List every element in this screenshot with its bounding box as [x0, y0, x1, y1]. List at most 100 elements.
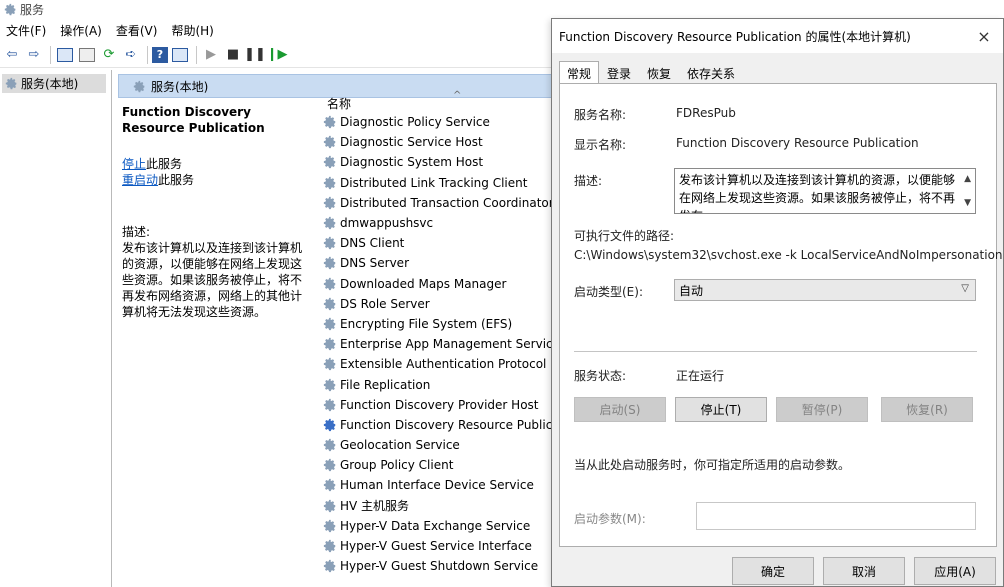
- tab-general[interactable]: 常规: [559, 61, 600, 84]
- service-gear-icon: [323, 256, 337, 270]
- table-row[interactable]: DS Role Server: [323, 294, 555, 314]
- service-name: Extensible Authentication Protocol: [340, 357, 547, 372]
- service-name: Hyper-V Data Exchange Service: [340, 518, 531, 533]
- apply-button[interactable]: 应用(A): [914, 557, 996, 585]
- column-header-name[interactable]: 名称 ^: [323, 90, 555, 112]
- service-name: Function Discovery Provider Host: [340, 397, 539, 412]
- table-row[interactable]: Hyper-V Guest Service Interface: [323, 536, 555, 556]
- service-name: File Replication: [340, 377, 431, 392]
- table-row[interactable]: Downloaded Maps Manager: [323, 274, 555, 294]
- back-arrow-icon[interactable]: ⇦: [2, 45, 22, 65]
- menu-file[interactable]: 文件(F): [6, 22, 46, 39]
- pause-button[interactable]: 暂停(P): [776, 397, 868, 422]
- table-row[interactable]: Function Discovery Resource Publicati: [323, 415, 555, 435]
- service-gear-icon: [323, 277, 337, 291]
- table-row[interactable]: HV 主机服务: [323, 496, 555, 516]
- chevron-down-icon: ▽: [961, 283, 969, 294]
- toolbar-separator: [50, 45, 51, 64]
- table-row[interactable]: dmwappushsvc: [323, 213, 555, 233]
- service-name: Human Interface Device Service: [340, 478, 534, 493]
- table-row[interactable]: Distributed Transaction Coordinator: [323, 193, 555, 213]
- table-row[interactable]: Group Policy Client: [323, 455, 555, 475]
- stop-service-icon[interactable]: ■: [223, 45, 243, 65]
- executable-path-label: 可执行文件的路径:: [574, 229, 675, 243]
- services-panel: 服务(本地) Function Discovery Resource Publi…: [115, 70, 555, 587]
- tab-recovery[interactable]: 恢复: [639, 61, 679, 83]
- search-gear-icon: [133, 80, 146, 93]
- table-row[interactable]: Function Discovery Provider Host: [323, 395, 555, 415]
- table-row[interactable]: Diagnostic Service Host: [323, 132, 555, 152]
- table-row[interactable]: Hyper-V Guest Shutdown Service: [323, 556, 555, 576]
- close-icon[interactable]: ×: [975, 27, 993, 46]
- export-list-icon[interactable]: ➪: [121, 45, 141, 65]
- forward-arrow-icon[interactable]: ⇨: [24, 45, 44, 65]
- resume-button[interactable]: 恢复(R): [881, 397, 973, 422]
- table-row[interactable]: Geolocation Service: [323, 435, 555, 455]
- service-name: Hyper-V Guest Shutdown Service: [340, 559, 539, 574]
- ok-button[interactable]: 确定: [732, 557, 814, 585]
- menu-help[interactable]: 帮助(H): [171, 22, 213, 39]
- service-gear-icon: [323, 519, 337, 533]
- startup-type-value: 自动: [679, 283, 704, 298]
- sort-ascending-icon: ^: [453, 90, 462, 101]
- service-gear-icon: [323, 499, 337, 513]
- show-console-tree-icon[interactable]: [55, 45, 75, 65]
- menu-view[interactable]: 查看(V): [116, 22, 158, 39]
- service-gear-icon: [323, 196, 337, 210]
- startup-type-select[interactable]: 自动 ▽: [674, 279, 976, 301]
- table-row[interactable]: DNS Client: [323, 233, 555, 253]
- tab-logon[interactable]: 登录: [599, 61, 639, 83]
- dialog-title: Function Discovery Resource Publication …: [559, 29, 911, 44]
- display-name-label: 显示名称:: [574, 138, 627, 152]
- table-row[interactable]: Diagnostic Policy Service: [323, 112, 555, 132]
- table-row[interactable]: DNS Server: [323, 253, 555, 273]
- service-gear-icon: [323, 478, 337, 492]
- table-row[interactable]: Diagnostic System Host: [323, 152, 555, 172]
- pause-service-icon[interactable]: ❚❚: [244, 45, 266, 65]
- service-name: Diagnostic Service Host: [340, 135, 483, 150]
- service-name-value: FDResPub: [676, 106, 736, 120]
- table-row[interactable]: Hyper-V Data Exchange Service: [323, 516, 555, 536]
- table-row[interactable]: Enterprise App Management Service: [323, 334, 555, 354]
- properties-sheet-icon[interactable]: [77, 45, 97, 65]
- service-name: dmwappushsvc: [340, 216, 434, 231]
- divider: [574, 351, 977, 352]
- toolbar-separator: [196, 45, 197, 64]
- service-gear-icon: [323, 297, 337, 311]
- restart-service-link[interactable]: 重启动: [122, 173, 158, 187]
- stop-button[interactable]: 停止(T): [675, 397, 767, 422]
- services-gear-icon: [5, 77, 18, 90]
- table-row[interactable]: File Replication: [323, 374, 555, 394]
- startup-type-label: 启动类型(E):: [574, 285, 643, 299]
- table-row[interactable]: Extensible Authentication Protocol: [323, 354, 555, 374]
- service-status-label: 服务状态:: [574, 369, 627, 383]
- stop-service-suffix: 此服务: [146, 157, 183, 171]
- scroll-up-icon[interactable]: ▲: [964, 170, 971, 188]
- service-detail-name: Function Discovery Resource Publication: [122, 105, 265, 135]
- services-gear-icon: [4, 3, 17, 16]
- service-gear-icon: [323, 155, 337, 169]
- dialog-titlebar: Function Discovery Resource Publication …: [552, 19, 1003, 53]
- stop-service-link[interactable]: 停止: [122, 157, 146, 171]
- table-row[interactable]: Encrypting File System (EFS): [323, 314, 555, 334]
- description-textbox[interactable]: 发布该计算机以及连接到该计算机的资源，以便能够在网络上发现这些资源。如果该服务被…: [674, 168, 976, 214]
- menu-action[interactable]: 操作(A): [60, 22, 102, 39]
- start-button[interactable]: 启动(S): [574, 397, 666, 422]
- service-gear-icon: [323, 176, 337, 190]
- service-name: Encrypting File System (EFS): [340, 316, 513, 331]
- table-row[interactable]: Distributed Link Tracking Client: [323, 173, 555, 193]
- start-service-icon[interactable]: ▶: [201, 45, 221, 65]
- service-gear-icon: [323, 559, 337, 573]
- scroll-down-icon[interactable]: ▼: [964, 194, 971, 212]
- cancel-button[interactable]: 取消: [823, 557, 905, 585]
- help-icon[interactable]: ?: [152, 46, 168, 63]
- tab-dependencies[interactable]: 依存关系: [679, 61, 743, 83]
- startup-params-input[interactable]: [696, 502, 976, 530]
- restart-service-icon[interactable]: ❙▶: [267, 45, 288, 65]
- services-list: 名称 ^ Diagnostic Policy Service Diagnostic…: [323, 90, 555, 576]
- view-icon[interactable]: [170, 45, 190, 65]
- refresh-icon[interactable]: ⟳: [99, 45, 119, 65]
- tree-item-services-local[interactable]: 服务(本地): [2, 74, 106, 93]
- table-row[interactable]: Human Interface Device Service: [323, 475, 555, 495]
- service-name: Function Discovery Resource Publicati: [340, 417, 555, 432]
